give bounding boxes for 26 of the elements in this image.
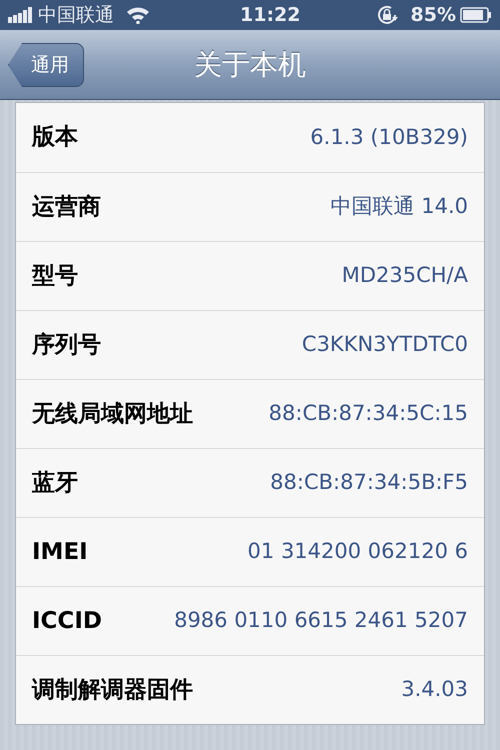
row-label: 运营商 xyxy=(32,192,101,222)
wifi-icon xyxy=(126,6,150,24)
row-value: 6.1.3 (10B329) xyxy=(310,124,468,151)
row-value: 88:CB:87:34:5C:15 xyxy=(268,400,468,428)
row-label: 序列号 xyxy=(32,330,101,360)
battery-percent: 85% xyxy=(410,2,456,28)
page-title: 关于本机 xyxy=(194,46,306,82)
back-button[interactable]: 通用 xyxy=(8,43,84,87)
row-value: MD235CH/A xyxy=(342,262,468,290)
row-value: 8986 0110 6615 2461 5207 xyxy=(174,607,468,634)
row-value: C3KKN3YTDTC0 xyxy=(302,331,468,358)
row-label: 调制解调器固件 xyxy=(32,676,193,705)
row-label: 型号 xyxy=(32,262,78,291)
row-value: 01 314200 062120 6 xyxy=(248,538,468,566)
row-label: 无线局域网地址 xyxy=(32,400,193,429)
row-label: 版本 xyxy=(32,123,78,152)
row-value: 3.4.03 xyxy=(401,676,468,704)
clock: 11:22 xyxy=(239,2,300,28)
row-value: 中国联通 14.0 xyxy=(330,193,468,220)
row-label: IMEI xyxy=(32,538,88,567)
carrier-name: 中国联通 xyxy=(38,2,114,28)
battery-icon xyxy=(460,7,492,23)
row-label: ICCID xyxy=(32,606,102,636)
signal-icon xyxy=(8,7,34,23)
row-label: 蓝牙 xyxy=(32,468,78,498)
row-value: 88:CB:87:34:5B:F5 xyxy=(270,469,468,496)
